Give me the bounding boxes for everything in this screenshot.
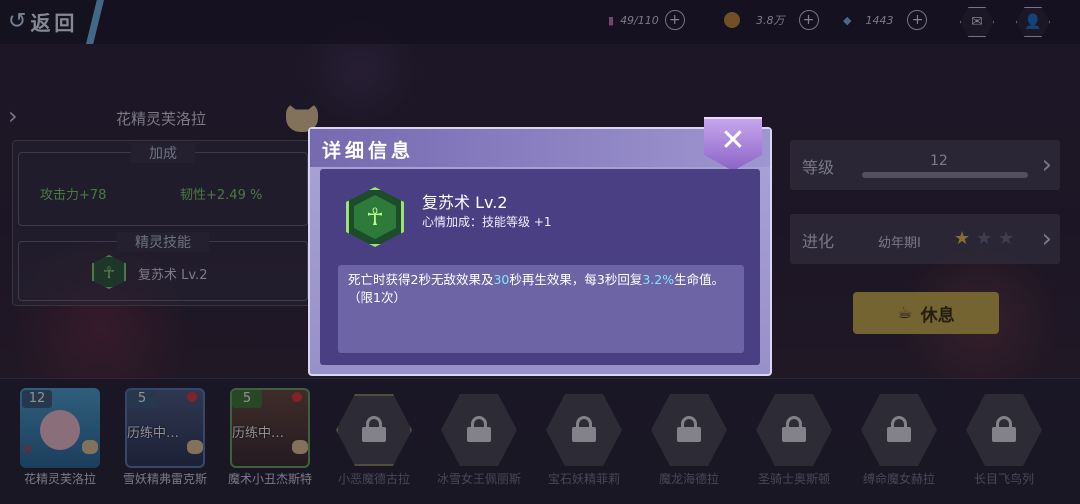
skill-name: 复苏术 Lv.2 xyxy=(422,193,508,212)
modal-title: 详细信息 xyxy=(322,140,415,162)
desc-text: 生命值。 xyxy=(674,272,725,287)
desc-highlight: 30 xyxy=(493,272,510,287)
detail-modal: 详细信息 ✕ ☥ 复苏术 Lv.2 心情加成：技能等级 +1 死亡时获得2秒无敌… xyxy=(308,117,772,376)
desc-text: 秒再生效果，每3秒回复 xyxy=(509,272,643,287)
modal-header: 详细信息 xyxy=(310,129,770,167)
desc-highlight: 3.2% xyxy=(642,272,675,287)
skill-mood-bonus: 心情加成：技能等级 +1 xyxy=(422,215,552,229)
desc-limit: （限1次） xyxy=(348,290,406,305)
revive-skill-icon: ☥ xyxy=(346,187,404,247)
skill-description: 死亡时获得2秒无敌效果及30秒再生效果，每3秒回复3.2%生命值。 （限1次） xyxy=(338,265,744,353)
desc-text: 死亡时获得2秒无敌效果及 xyxy=(348,272,494,287)
modal-body: ☥ 复苏术 Lv.2 心情加成：技能等级 +1 死亡时获得2秒无敌效果及30秒再… xyxy=(320,169,760,365)
